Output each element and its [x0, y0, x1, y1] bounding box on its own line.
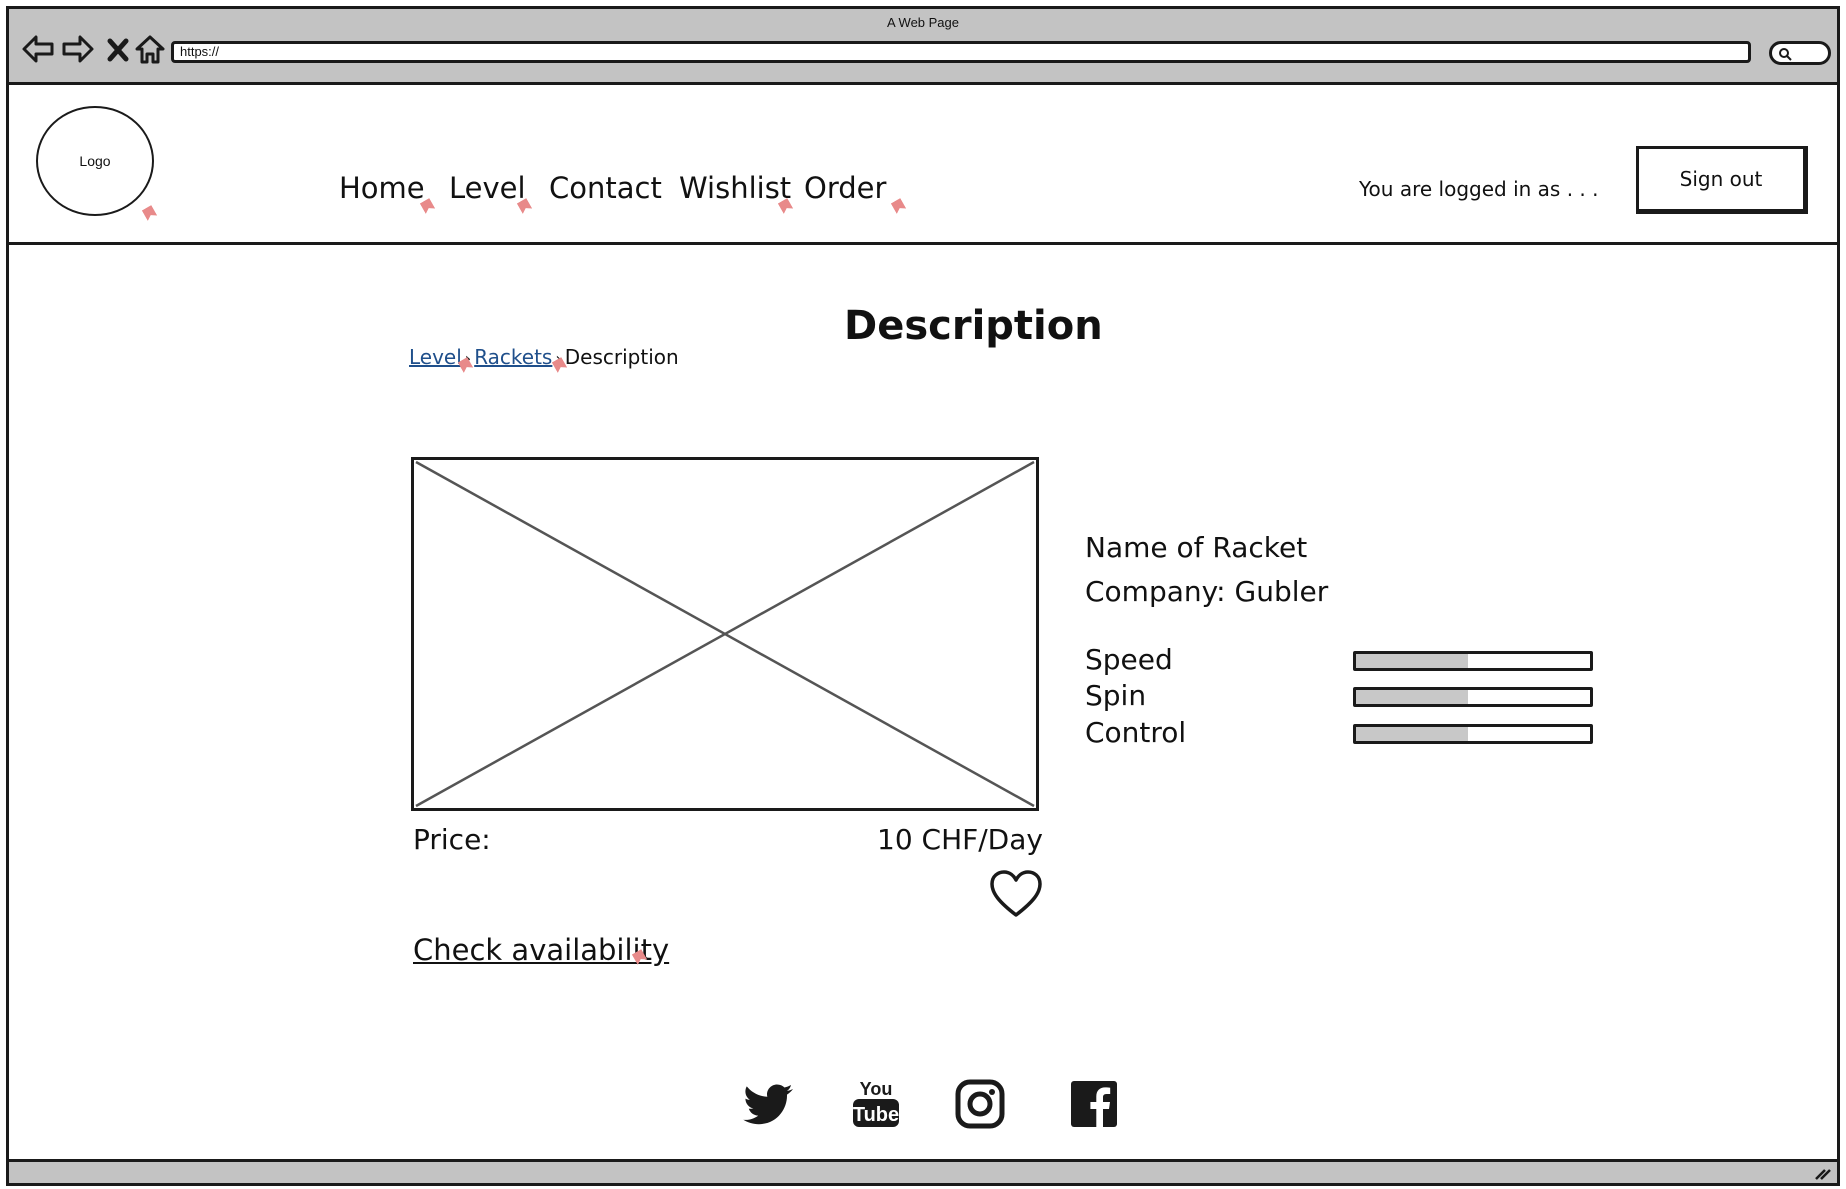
browser-search-box[interactable] [1769, 41, 1831, 65]
attribute-spin-fill [1356, 690, 1469, 704]
logo-text: Logo [79, 153, 111, 169]
svg-text:You: You [860, 1079, 893, 1099]
close-icon[interactable] [105, 33, 131, 65]
sign-out-button[interactable]: Sign out [1636, 146, 1808, 214]
twitter-icon[interactable] [743, 1077, 797, 1131]
breadcrumb-level[interactable]: Level [409, 345, 462, 369]
forward-icon[interactable] [61, 33, 95, 65]
racket-name: Name of Racket [1085, 531, 1308, 564]
attribute-control-bar [1353, 724, 1593, 744]
heart-icon[interactable] [989, 869, 1043, 919]
attribute-control-label: Control [1085, 716, 1187, 749]
url-input[interactable]: https:// [171, 41, 1751, 63]
price-label: Price: [413, 823, 491, 856]
search-icon [1779, 48, 1792, 61]
nav-home[interactable]: Home [339, 171, 425, 205]
check-availability-link[interactable]: Check availability [413, 933, 669, 967]
site-header: Logo Home Level Contact Wishlist Order Y… [9, 85, 1837, 245]
instagram-icon[interactable] [953, 1077, 1007, 1131]
page-title: Description [844, 303, 1103, 349]
logo[interactable]: Logo [36, 106, 154, 216]
link-marker-icon [142, 205, 158, 221]
breadcrumb-rackets[interactable]: Rackets [474, 345, 552, 369]
home-icon[interactable] [133, 33, 167, 65]
window-title: A Web Page [886, 15, 960, 30]
nav-level[interactable]: Level [449, 171, 526, 205]
racket-company: Company: Gubler [1085, 575, 1329, 608]
facebook-icon[interactable] [1067, 1077, 1121, 1131]
browser-statusbar [9, 1159, 1837, 1183]
svg-text:Tube: Tube [853, 1104, 899, 1126]
nav-contact[interactable]: Contact [549, 171, 662, 205]
browser-titlebar: A Web Page https:// [9, 9, 1837, 85]
back-icon[interactable] [21, 33, 55, 65]
sign-out-label: Sign out [1679, 167, 1763, 191]
price-value: 10 CHF/Day [877, 823, 1043, 856]
nav-order[interactable]: Order [804, 171, 886, 205]
attribute-spin-label: Spin [1085, 679, 1147, 712]
attribute-speed-fill [1356, 654, 1469, 668]
image-placeholder-icon [415, 460, 1035, 808]
attribute-speed-label: Speed [1085, 643, 1173, 676]
racket-image-placeholder [411, 457, 1039, 811]
browser-window: A Web Page https:// Logo Home Level Cont… [6, 6, 1840, 1186]
breadcrumb-current: Description [564, 345, 679, 369]
link-marker-icon [891, 198, 907, 214]
logged-in-status: You are logged in as . . . [1359, 177, 1599, 201]
breadcrumb: Level›Rackets›Description [409, 345, 679, 369]
nav-wishlist[interactable]: Wishlist [679, 171, 791, 205]
youtube-icon[interactable]: You Tube [849, 1077, 903, 1131]
attribute-speed-bar [1353, 651, 1593, 671]
resize-grip-icon[interactable] [1813, 1165, 1831, 1181]
attribute-control-fill [1356, 727, 1469, 741]
attribute-spin-bar [1353, 687, 1593, 707]
